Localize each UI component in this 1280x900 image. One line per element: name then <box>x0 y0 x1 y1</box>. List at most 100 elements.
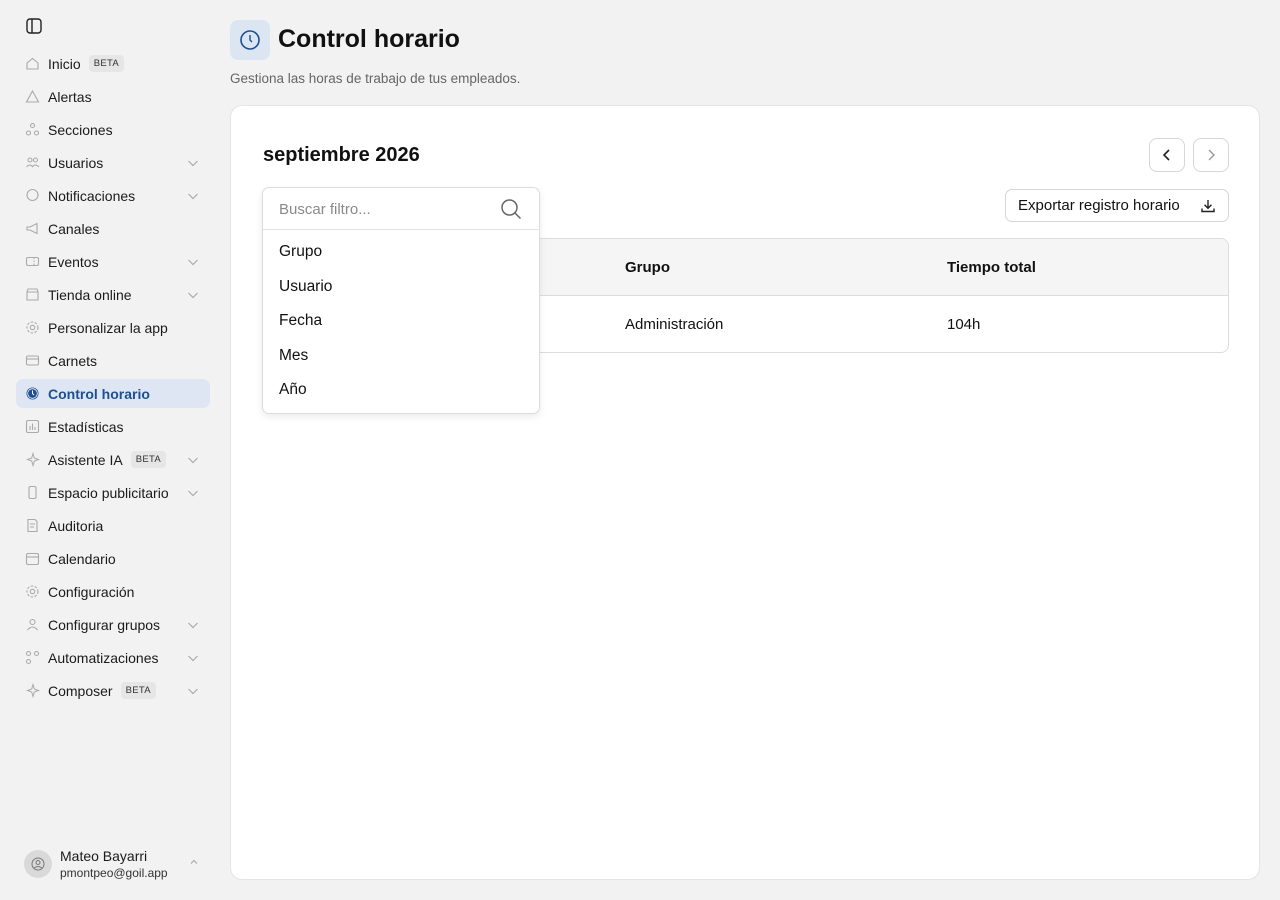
chevron-right-icon <box>1208 149 1215 161</box>
previous-month-button[interactable] <box>1149 138 1185 172</box>
column-header-group[interactable]: Grupo <box>625 259 670 276</box>
filter-option-ano[interactable]: Año <box>263 373 539 408</box>
filter-options: Grupo Usuario Fecha Mes Año <box>263 230 539 408</box>
filter-option-fecha[interactable]: Fecha <box>263 304 539 339</box>
sidebar-item-label: Alertas <box>48 88 92 105</box>
chevron-down-icon[interactable] <box>186 453 200 467</box>
sidebar-item-estadísticas[interactable]: Estadísticas <box>16 412 210 441</box>
user-profile[interactable]: Mateo Bayarri pmontpeo@goil.app <box>24 846 210 882</box>
download-icon <box>1201 200 1215 213</box>
users-icon <box>25 155 40 170</box>
chevron-down-icon[interactable] <box>186 189 200 203</box>
ticket-icon <box>25 254 40 269</box>
sidebar-item-composer[interactable]: Composer BETA <box>16 676 210 705</box>
sidebar-item-label: Automatizaciones <box>48 649 159 666</box>
filter-option-grupo[interactable]: Grupo <box>263 235 539 270</box>
search-icon <box>501 199 522 220</box>
sidebar-item-label: Asistente IA <box>48 451 123 468</box>
chevron-down-icon[interactable] <box>186 156 200 170</box>
beta-badge: BETA <box>88 55 124 72</box>
sidebar-item-configurar-grupos[interactable]: Configurar grupos <box>16 610 210 639</box>
beta-badge: BETA <box>120 682 156 699</box>
sidebar-item-inicio[interactable]: Inicio BETA <box>16 49 210 78</box>
avatar <box>24 850 52 878</box>
sidebar-item-label: Control horario <box>48 385 150 402</box>
sidebar-item-label: Canales <box>48 220 100 237</box>
sidebar-item-label: Tienda online <box>48 286 132 303</box>
sidebar-nav: Inicio BETA Alertas Secciones Usuarios Notifi… <box>16 49 210 709</box>
sidebar-item-control-horario[interactable]: Control horario <box>16 379 210 408</box>
sidebar-item-eventos[interactable]: Eventos <box>16 247 210 276</box>
user-group-icon <box>25 617 40 632</box>
sidebar-item-label: Espacio publicitario <box>48 484 169 501</box>
chevron-down-icon[interactable] <box>186 288 200 302</box>
bar-chart-icon <box>25 419 40 434</box>
filter-search-input[interactable] <box>279 198 499 220</box>
chevron-down-icon[interactable] <box>186 618 200 632</box>
sidebar-item-automatizaciones[interactable]: Automatizaciones <box>16 643 210 672</box>
megaphone-icon <box>25 221 40 236</box>
sidebar-item-label: Personalizar la app <box>48 319 168 336</box>
sidebar-item-label: Configurar grupos <box>48 616 161 633</box>
filter-dropdown: Grupo Usuario Fecha Mes Año <box>262 187 540 414</box>
sparkle-icon <box>25 683 40 698</box>
sidebar-item-label: Configuración <box>48 583 135 600</box>
phone-icon <box>25 485 40 500</box>
sidebar-item-usuarios[interactable]: Usuarios <box>16 148 210 177</box>
sidebar-item-auditoria[interactable]: Auditoria <box>16 511 210 540</box>
sidebar-item-secciones[interactable]: Secciones <box>16 115 210 144</box>
filter-search <box>263 188 539 230</box>
clock-icon <box>230 20 270 60</box>
column-header-total-time[interactable]: Tiempo total <box>947 259 1036 276</box>
card-icon <box>25 353 40 368</box>
month-title: septiembre 2026 <box>263 144 420 166</box>
alert-icon <box>25 89 40 104</box>
home-icon <box>25 56 40 71</box>
sidebar-item-label: Eventos <box>48 253 99 270</box>
sidebar-item-label: Calendario <box>48 550 116 567</box>
sidebar-item-asistente-ia[interactable]: Asistente IA BETA <box>16 445 210 474</box>
sidebar-item-label: Auditoria <box>48 517 104 534</box>
export-label: Exportar registro horario <box>1018 197 1180 214</box>
sidebar-item-label: Composer <box>48 682 113 699</box>
chat-icon <box>25 188 40 203</box>
sidebar-item-carnets[interactable]: Carnets <box>16 346 210 375</box>
sidebar-item-notificaciones[interactable]: Notificaciones <box>16 181 210 210</box>
cell-group: Administración <box>625 316 724 333</box>
sidebar: Inicio BETA Alertas Secciones Usuarios Notifi… <box>0 0 222 900</box>
sidebar-item-alertas[interactable]: Alertas <box>16 82 210 111</box>
filter-option-usuario[interactable]: Usuario <box>263 270 539 305</box>
sidebar-item-personalizar-la-app[interactable]: Personalizar la app <box>16 313 210 342</box>
page-title: Control horario <box>278 25 460 53</box>
clock-icon <box>25 386 40 401</box>
workflow-icon <box>25 650 40 665</box>
store-icon <box>25 287 40 302</box>
sidebar-item-espacio-publicitario[interactable]: Espacio publicitario <box>16 478 210 507</box>
sidebar-item-configuración[interactable]: Configuración <box>16 577 210 606</box>
filter-option-mes[interactable]: Mes <box>263 339 539 374</box>
sidebar-item-label: Carnets <box>48 352 98 369</box>
sidebar-item-label: Usuarios <box>48 154 104 171</box>
user-name: Mateo Bayarri <box>60 848 148 864</box>
cell-total-time: 104h <box>947 316 981 333</box>
chevron-down-icon[interactable] <box>186 684 200 698</box>
sidebar-item-label: Secciones <box>48 121 113 138</box>
chevron-down-icon[interactable] <box>186 651 200 665</box>
sidebar-item-calendario[interactable]: Calendario <box>16 544 210 573</box>
sparkle-icon <box>25 452 40 467</box>
sidebar-item-label: Notificaciones <box>48 187 136 204</box>
next-month-button[interactable] <box>1193 138 1229 172</box>
user-email: pmontpeo@goil.app <box>60 866 168 880</box>
document-icon <box>25 518 40 533</box>
chevron-down-icon[interactable] <box>186 486 200 500</box>
chevron-up-icon[interactable] <box>188 856 200 868</box>
beta-badge: BETA <box>130 451 167 468</box>
export-button[interactable]: Exportar registro horario <box>1005 189 1229 222</box>
sidebar-toggle-icon[interactable] <box>24 16 44 36</box>
sidebar-item-tienda-online[interactable]: Tienda online <box>16 280 210 309</box>
sidebar-item-label: Inicio <box>48 55 81 72</box>
sidebar-item-label: Estadísticas <box>48 418 124 435</box>
sections-icon <box>25 122 40 137</box>
chevron-down-icon[interactable] <box>186 255 200 269</box>
sidebar-item-canales[interactable]: Canales <box>16 214 210 243</box>
